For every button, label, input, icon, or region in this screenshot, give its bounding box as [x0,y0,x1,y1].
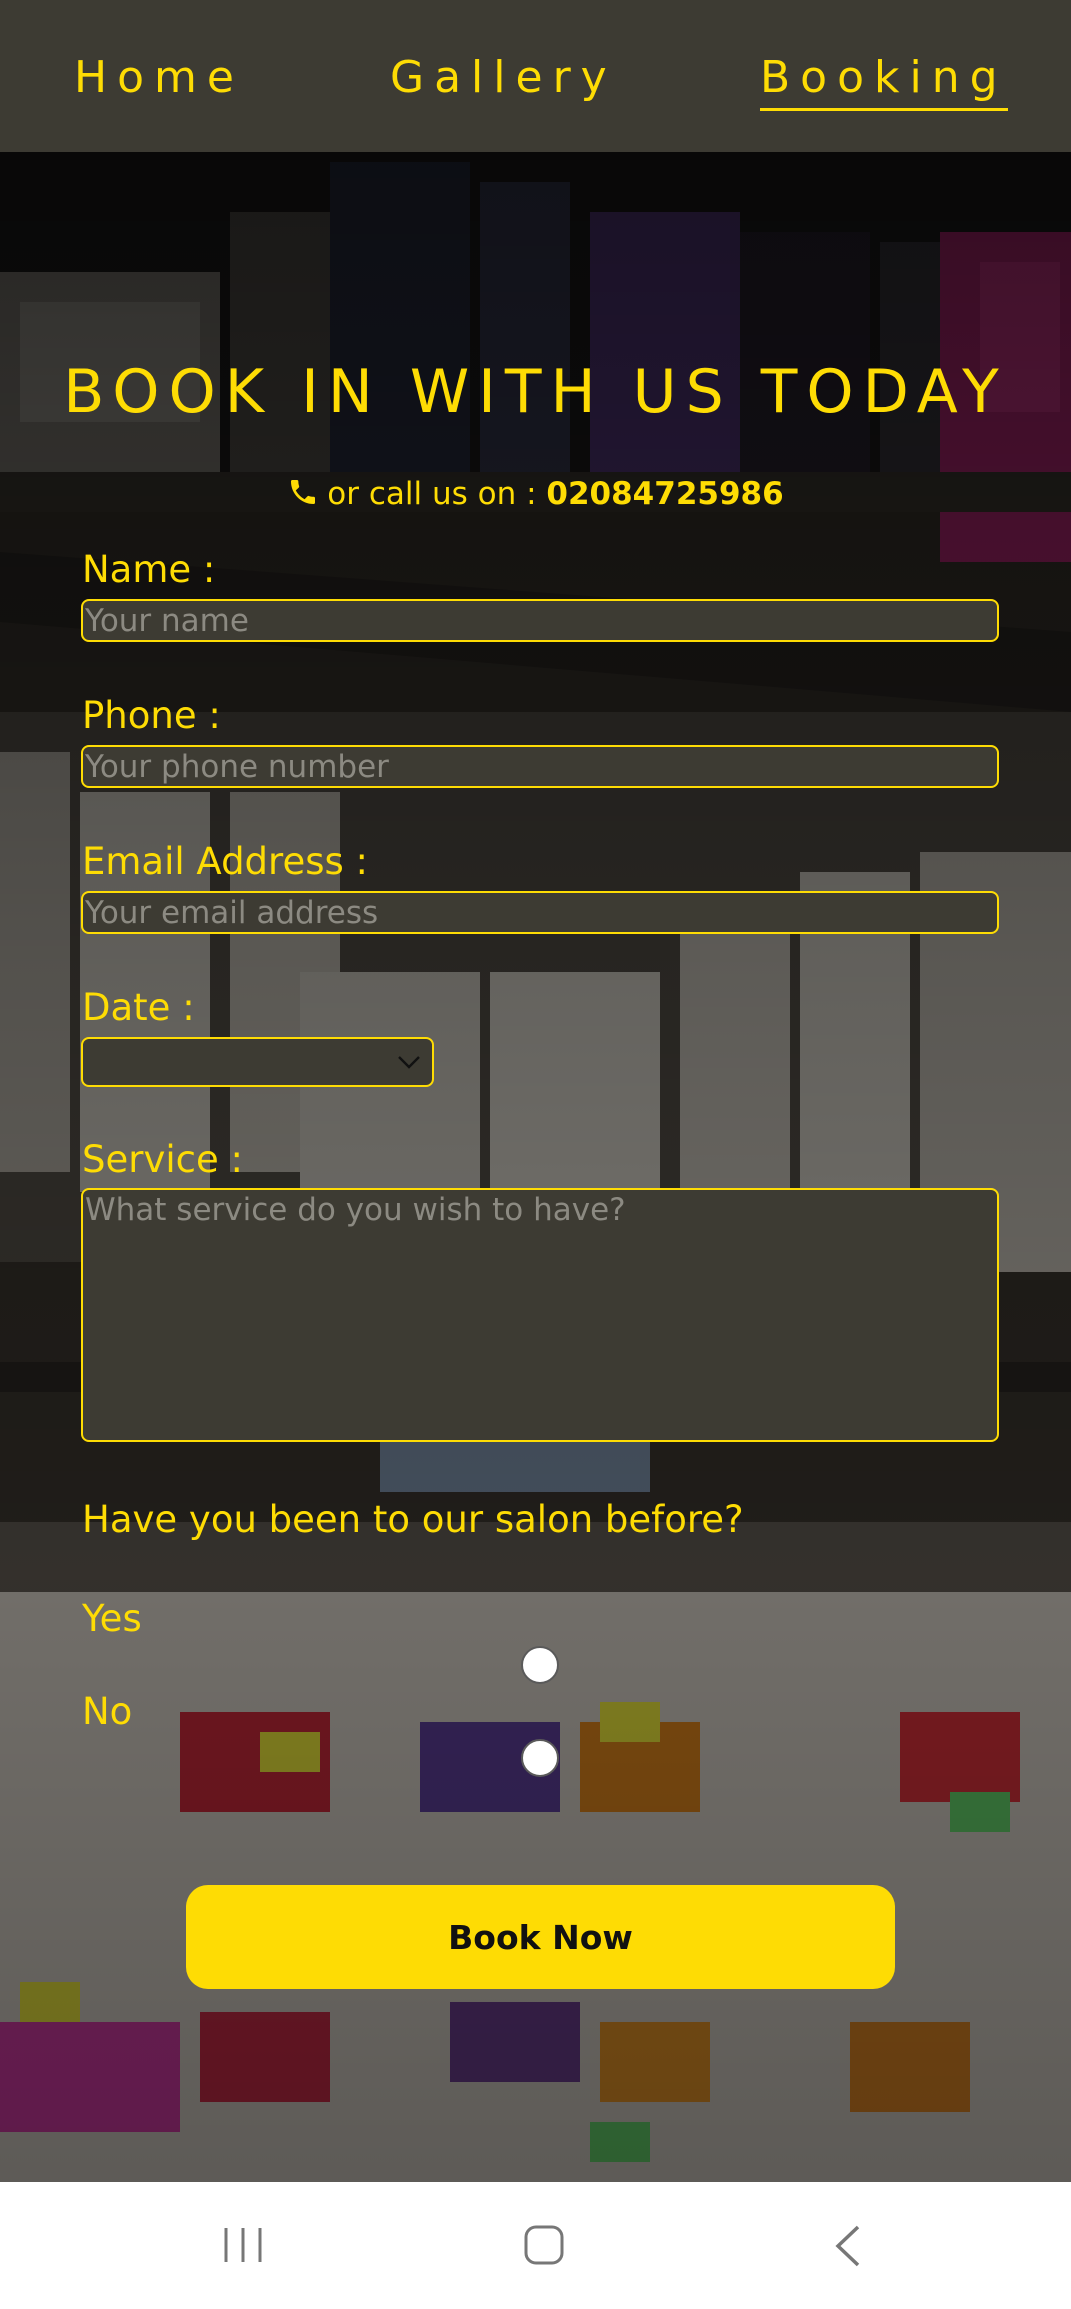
service-label: Service : [82,1138,243,1181]
radio-yes[interactable] [521,1646,559,1684]
page-heading: BOOK IN WITH US TODAY [63,357,1008,427]
system-nav-bar [0,2182,1071,2309]
phone-label: Phone : [82,694,221,737]
booking-section: BOOK IN WITH US TODAY or call us on : 02… [0,152,1071,2182]
top-nav: Home Gallery Booking [0,0,1071,152]
email-label: Email Address : [82,840,368,883]
date-label: Date : [82,986,195,1029]
option-no-label: No [82,1690,133,1733]
chevron-down-icon [396,1053,422,1075]
back-icon[interactable] [832,2224,864,2268]
option-yes-label: Yes [82,1597,142,1640]
home-icon[interactable] [523,2224,567,2268]
email-input[interactable] [81,891,999,934]
book-now-button[interactable]: Book Now [186,1885,895,1989]
call-phone-number[interactable]: 02084725986 [546,476,783,512]
phone-input[interactable] [81,745,999,788]
date-picker[interactable] [81,1037,434,1087]
name-input[interactable] [81,599,999,642]
service-textarea[interactable] [81,1188,999,1442]
call-us-line: or call us on : 02084725986 [0,474,1071,518]
visited-question: Have you been to our salon before? [82,1498,744,1541]
nav-home-link[interactable]: Home [74,50,244,106]
phone-icon [287,476,319,518]
radio-no[interactable] [521,1739,559,1777]
name-label: Name : [82,548,216,591]
nav-booking-link[interactable]: Booking [760,50,1008,111]
nav-gallery-link[interactable]: Gallery [390,50,617,106]
call-prefix-text: or call us on : [327,476,537,512]
recent-apps-icon[interactable] [222,2224,266,2266]
